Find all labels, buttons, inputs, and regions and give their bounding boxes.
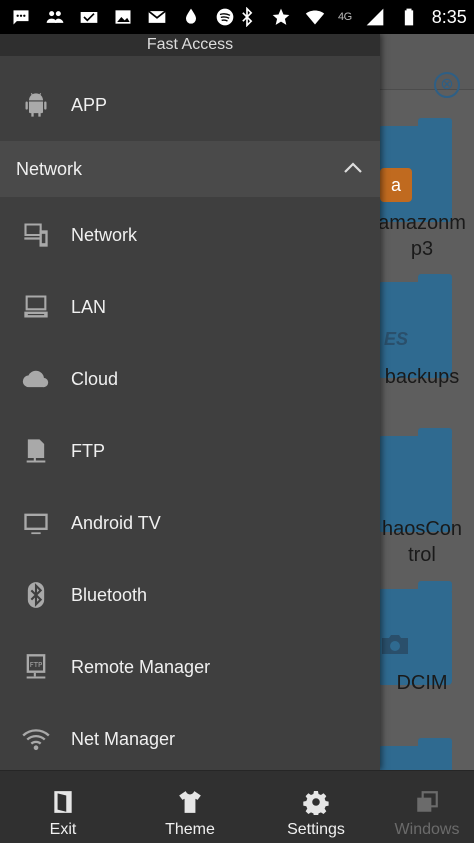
network-devices-icon	[22, 221, 50, 249]
drawer-item-android-tv[interactable]: Android TV	[0, 487, 380, 559]
status-bar: 4G 8:35	[0, 0, 474, 34]
chevron-up-icon[interactable]	[342, 159, 364, 177]
theme-label: Theme	[165, 821, 215, 838]
drawer-item-label: Network	[71, 224, 138, 245]
gear-icon	[303, 789, 329, 815]
drawer-item-label: Bluetooth	[71, 584, 148, 605]
drawer-item-cloud[interactable]: Cloud	[0, 343, 380, 415]
es-badge-icon: ES	[383, 329, 408, 349]
drawer-item-net-manager[interactable]: Net Manager	[0, 703, 380, 775]
star-icon	[270, 7, 292, 27]
drawer-item-app[interactable]: APP	[0, 69, 380, 141]
chat-bubble-icon	[10, 7, 32, 27]
clock: 8:35	[431, 6, 467, 27]
exit-button[interactable]: Exit	[30, 771, 96, 843]
drawer-item-label: Cloud	[71, 368, 119, 389]
wifi-manager-icon	[22, 725, 50, 753]
drawer-item-lan[interactable]: LAN	[0, 271, 380, 343]
bluetooth-icon	[22, 581, 50, 609]
section-header-network[interactable]: Network	[0, 141, 380, 197]
exit-label: Exit	[49, 821, 77, 838]
tshirt-icon	[177, 789, 203, 815]
drawer-item-label: Net Manager	[71, 728, 176, 749]
ftp-server-icon	[22, 437, 50, 465]
drawer-item-network[interactable]: Network	[0, 199, 380, 271]
folder-label: trol	[408, 544, 436, 566]
folder-label: p3	[410, 238, 434, 260]
section-header-label: Network	[16, 159, 83, 179]
spotify-icon	[214, 7, 236, 27]
theme-button[interactable]: Theme	[150, 771, 230, 843]
android-icon	[22, 91, 50, 119]
people-icon	[44, 7, 66, 27]
bottom-toolbar: Exit Theme Settings Windows	[0, 770, 474, 843]
drawer-item-label: LAN	[71, 296, 107, 317]
folder-label: amazonm	[378, 212, 466, 234]
gmail-icon	[146, 7, 168, 27]
wifi-status-icon	[304, 7, 326, 27]
exit-door-icon	[50, 789, 76, 815]
amazon-badge-icon: a	[380, 168, 412, 202]
fast-access-drawer: Fast Access APP Network Network LAN Clou…	[0, 34, 380, 770]
windows-stack-icon	[414, 789, 440, 815]
svg-text:FTP: FTP	[30, 661, 42, 669]
mail-check-icon	[78, 7, 100, 27]
drawer-item-remote-manager[interactable]: FTP Remote Manager	[0, 631, 380, 703]
battery-icon	[398, 7, 420, 27]
drop-icon	[180, 7, 202, 27]
settings-label: Settings	[287, 821, 345, 838]
drawer-title: Fast Access	[0, 34, 380, 56]
folder-label: haosCon	[381, 518, 463, 540]
drawer-item-label: Android TV	[71, 512, 161, 533]
drawer-item-label: FTP	[71, 440, 105, 461]
windows-button[interactable]: Windows	[390, 771, 464, 843]
lan-computer-icon	[22, 293, 50, 321]
windows-label: Windows	[394, 821, 460, 838]
drawer-item-label: Remote Manager	[71, 656, 211, 677]
drawer-item-label: APP	[71, 94, 108, 115]
close-circle-icon[interactable]: ⊗	[434, 72, 460, 98]
image-icon	[112, 7, 134, 27]
folder-label: DCIM	[396, 672, 448, 694]
folder-label: backups	[384, 366, 460, 388]
drawer-item-ftp[interactable]: FTP	[0, 415, 380, 487]
settings-button[interactable]: Settings	[280, 771, 352, 843]
camera-badge-icon	[380, 632, 410, 656]
tv-icon	[22, 509, 50, 537]
drawer-item-bluetooth[interactable]: Bluetooth	[0, 559, 380, 631]
network-type: 4G	[338, 11, 352, 23]
bluetooth-status-icon	[236, 7, 258, 27]
signal-icon	[364, 7, 386, 27]
cloud-icon	[22, 365, 50, 393]
remote-manager-icon: FTP	[22, 653, 50, 681]
